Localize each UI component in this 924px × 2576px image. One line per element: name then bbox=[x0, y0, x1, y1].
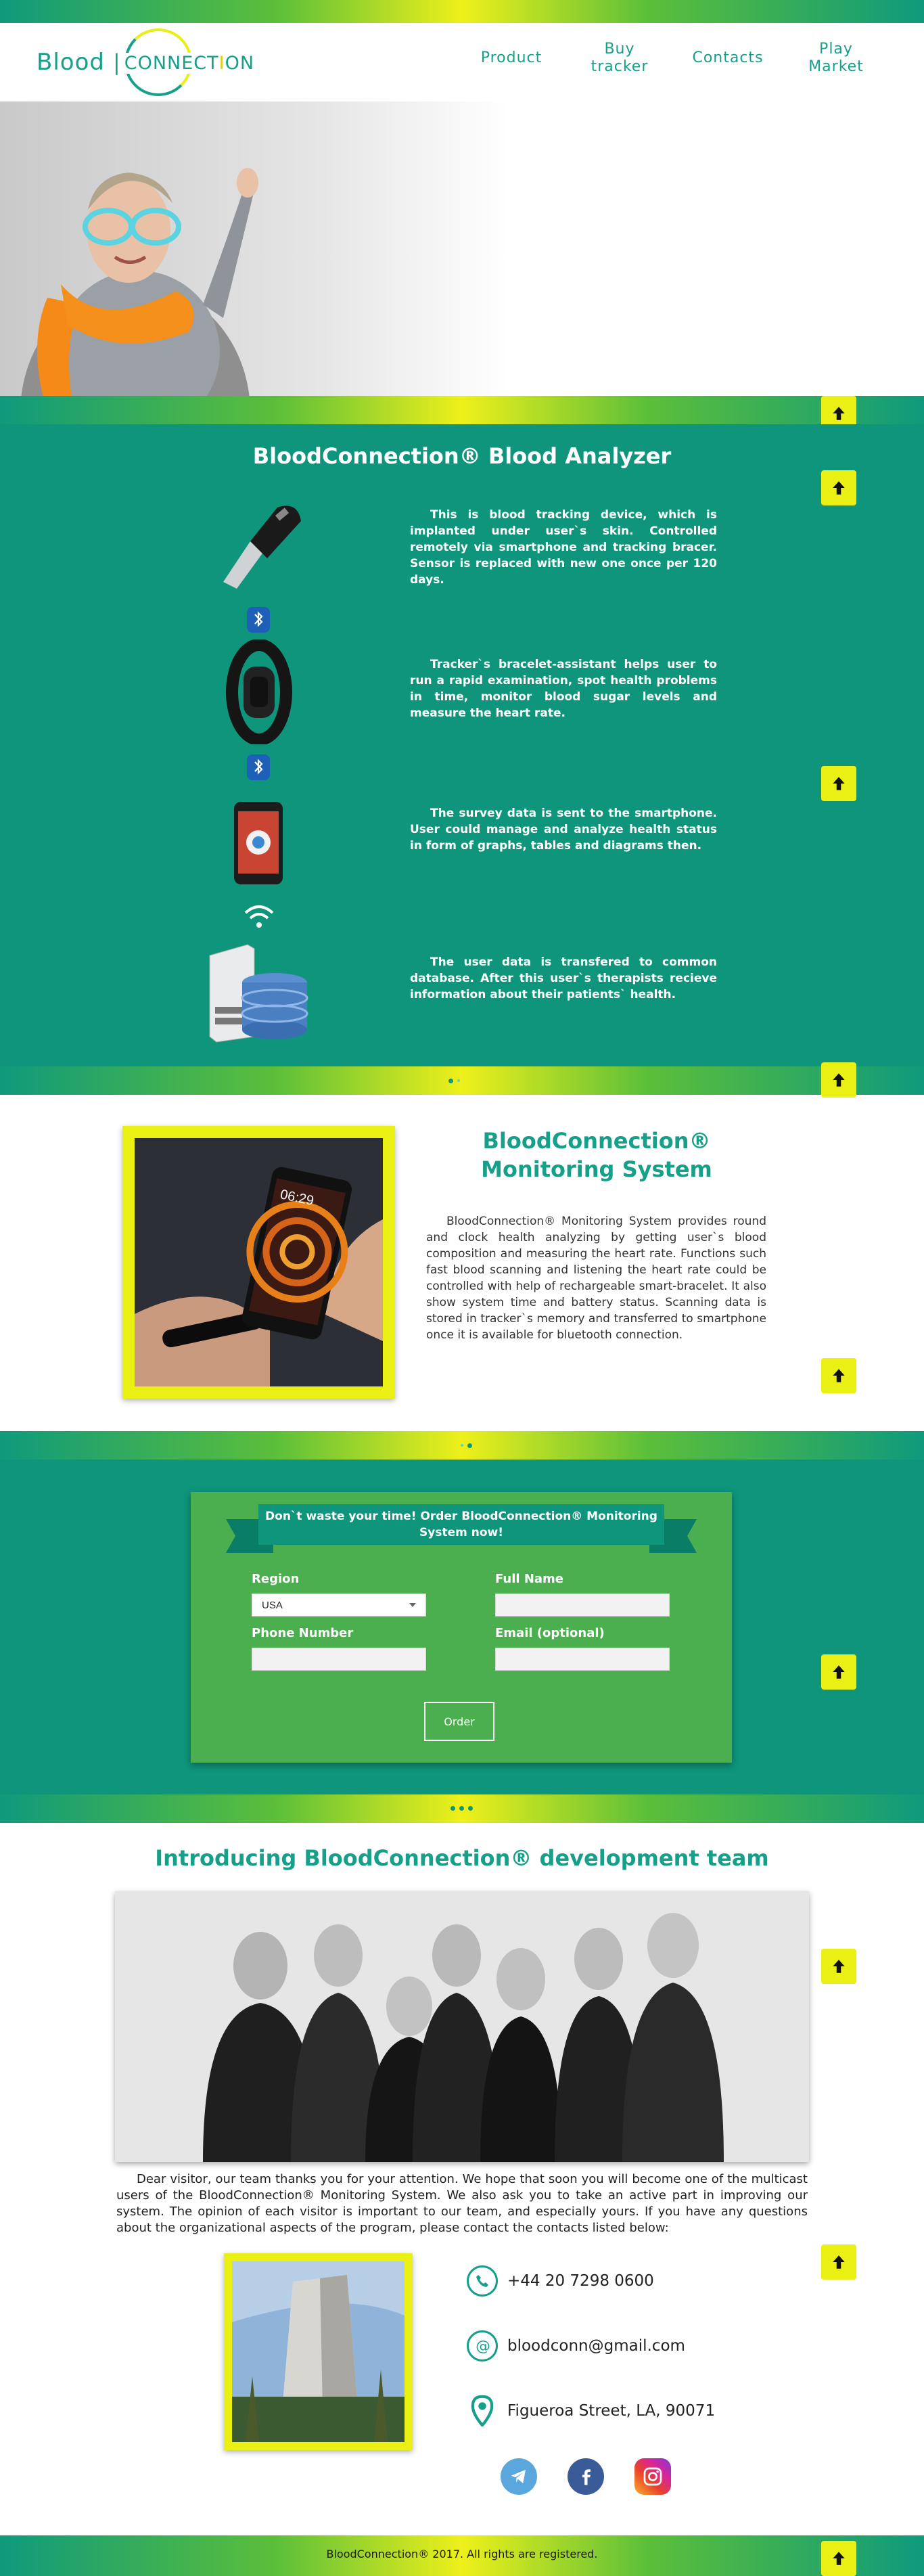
carousel-dot[interactable] bbox=[457, 1079, 460, 1082]
section-divider-band bbox=[0, 1066, 924, 1095]
carousel-dots bbox=[461, 1443, 472, 1448]
injector-device-icon bbox=[223, 505, 301, 589]
team-title: Introducing BloodConnection® development… bbox=[155, 1845, 769, 1871]
arrow-up-icon bbox=[833, 1073, 845, 1087]
arrow-up-icon bbox=[833, 1665, 845, 1679]
fitness-bracelet-icon bbox=[226, 639, 292, 744]
building-photo bbox=[232, 2261, 405, 2442]
hero-woman-photo bbox=[21, 168, 258, 396]
brand-logo[interactable]: Blood | CONNECTION bbox=[37, 28, 256, 96]
telegram-button[interactable] bbox=[501, 2458, 537, 2495]
facebook-button[interactable] bbox=[568, 2458, 604, 2495]
phone-label: Phone Number bbox=[252, 1626, 354, 1640]
phone-icon bbox=[467, 2265, 498, 2297]
order-ribbon-title: Don`t waste your time! Order BloodConnec… bbox=[258, 1504, 664, 1545]
region-select-value: USA bbox=[262, 1599, 283, 1611]
analyzer-title: BloodConnection® Blood Analyzer bbox=[252, 443, 672, 469]
carousel-dot[interactable] bbox=[467, 1443, 472, 1448]
section-divider-band bbox=[0, 396, 924, 424]
nav-buy-tracker[interactable]: Buy tracker bbox=[579, 41, 660, 76]
team-thanks-text: Dear visitor, our team thanks you for yo… bbox=[116, 2172, 808, 2235]
scroll-top-button[interactable] bbox=[821, 766, 856, 801]
carousel-dot[interactable] bbox=[461, 1444, 463, 1447]
region-label: Region bbox=[252, 1572, 300, 1586]
contact-address[interactable]: Figueroa Street, LA, 90071 bbox=[467, 2395, 715, 2426]
wifi-icon bbox=[244, 905, 274, 928]
carousel-dot[interactable] bbox=[468, 1806, 473, 1811]
scroll-top-button[interactable] bbox=[821, 1654, 856, 1690]
map-pin-icon bbox=[467, 2395, 498, 2426]
arrow-up-icon bbox=[833, 2255, 845, 2269]
arrow-up-icon bbox=[833, 777, 845, 790]
contact-phone-text: +44 20 7298 0600 bbox=[507, 2272, 654, 2290]
nav-play-market[interactable]: Play Market bbox=[795, 41, 877, 76]
contact-phone[interactable]: +44 20 7298 0600 bbox=[467, 2265, 654, 2297]
email-label: Email (optional) bbox=[495, 1626, 605, 1640]
logo-separator: | bbox=[112, 49, 120, 75]
scroll-top-button[interactable] bbox=[821, 2541, 856, 2576]
scroll-top-button[interactable] bbox=[821, 470, 856, 505]
order-button[interactable]: Order bbox=[424, 1702, 494, 1741]
logo-text-blood: Blood bbox=[37, 49, 105, 76]
top-gradient-band bbox=[0, 0, 924, 23]
nav-contacts[interactable]: Contacts bbox=[687, 49, 768, 67]
server-database-icon bbox=[209, 944, 308, 1043]
smartphone-icon bbox=[234, 802, 283, 884]
carousel-dot[interactable] bbox=[459, 1806, 464, 1811]
scroll-top-button[interactable] bbox=[821, 1949, 856, 1984]
monitoring-photo: 06:29 bbox=[135, 1138, 383, 1386]
carousel-dots bbox=[451, 1806, 473, 1811]
phone-input[interactable] bbox=[252, 1648, 426, 1671]
instagram-icon bbox=[643, 2467, 662, 2486]
bluetooth-icon bbox=[247, 607, 270, 633]
footer-text: BloodConnection® 2017. All rights are re… bbox=[326, 2548, 598, 2560]
scroll-top-button[interactable] bbox=[821, 2244, 856, 2280]
bluetooth-icon bbox=[247, 754, 270, 780]
hero-banner bbox=[0, 101, 924, 396]
arrow-up-icon bbox=[833, 1369, 845, 1382]
svg-text:@: @ bbox=[476, 2338, 490, 2355]
contact-email-text: bloodconn@gmail.com bbox=[507, 2337, 685, 2355]
scroll-top-button[interactable] bbox=[821, 1062, 856, 1098]
feature-text-database: The user data is transfered to common da… bbox=[410, 955, 717, 1001]
instagram-button[interactable] bbox=[634, 2458, 671, 2495]
facebook-icon bbox=[582, 2469, 591, 2485]
contact-address-text: Figueroa Street, LA, 90071 bbox=[507, 2402, 716, 2420]
arrow-up-icon bbox=[833, 481, 845, 495]
arrow-up-icon bbox=[833, 2552, 845, 2565]
contact-email[interactable]: @ bloodconn@gmail.com bbox=[467, 2330, 685, 2362]
carousel-dots bbox=[448, 1079, 460, 1083]
chevron-down-icon bbox=[409, 1603, 416, 1607]
carousel-dot[interactable] bbox=[448, 1079, 453, 1083]
monitoring-text: BloodConnection® Monitoring System provi… bbox=[426, 1215, 766, 1342]
main-nav: Product Buy tracker Contacts Play Market bbox=[471, 41, 877, 76]
fullname-label: Full Name bbox=[495, 1572, 563, 1586]
telegram-icon bbox=[511, 2470, 526, 2483]
feature-text-implant: This is blood tracking device, which is … bbox=[410, 508, 717, 587]
arrow-up-icon bbox=[833, 407, 845, 420]
fullname-input[interactable] bbox=[495, 1594, 670, 1617]
feature-text-bracelet: Tracker`s bracelet-assistant helps user … bbox=[410, 658, 717, 720]
logo-text-connection: CONNECTION bbox=[122, 53, 256, 74]
nav-product[interactable]: Product bbox=[471, 49, 552, 67]
team-photo bbox=[115, 1891, 809, 2162]
order-form-panel: Don`t waste your time! Order BloodConnec… bbox=[191, 1492, 732, 1763]
carousel-dot[interactable] bbox=[451, 1806, 455, 1811]
scroll-top-button[interactable] bbox=[821, 1358, 856, 1393]
email-input[interactable] bbox=[495, 1648, 670, 1671]
feature-text-smartphone: The survey data is sent to the smartphon… bbox=[410, 807, 717, 853]
monitoring-title: BloodConnection® Monitoring System bbox=[481, 1128, 712, 1182]
region-select[interactable]: USA bbox=[252, 1594, 426, 1617]
logo-ring-icon: CONNECTION bbox=[122, 28, 256, 96]
at-sign-icon: @ bbox=[467, 2330, 498, 2362]
building-photo-frame bbox=[224, 2253, 413, 2450]
arrow-up-icon bbox=[833, 1960, 845, 1973]
monitoring-photo-frame: 06:29 bbox=[122, 1126, 395, 1399]
